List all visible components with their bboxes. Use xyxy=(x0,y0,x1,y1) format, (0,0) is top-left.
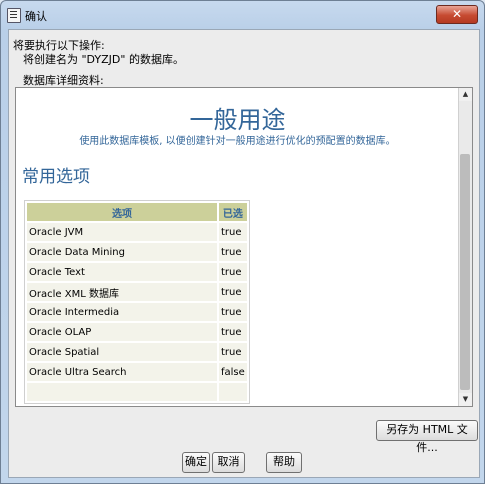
table-row: Oracle OLAP true xyxy=(27,323,247,341)
details-document: 一般用途 使用此数据库模板, 以便创建针对一般用途进行优化的预配置的数据库。 常… xyxy=(16,88,459,406)
table-row: Oracle Text true xyxy=(27,263,247,281)
table-row xyxy=(27,383,247,401)
option-name: Oracle Text xyxy=(27,263,217,281)
dialog-body: 将要执行以下操作: 将创建名为 "DYZJD" 的数据库。 数据库详细资料: 一… xyxy=(8,29,480,478)
vertical-scrollbar[interactable]: ▲ ▼ xyxy=(458,88,472,406)
option-name: Oracle Data Mining xyxy=(27,243,217,261)
option-name: Oracle JVM xyxy=(27,223,217,241)
close-button[interactable]: ✕ xyxy=(436,5,478,24)
options-table: 选项 已选 Oracle JVM true Oracle Data Mining t… xyxy=(24,200,250,404)
option-selected: true xyxy=(219,303,247,321)
option-name xyxy=(27,383,217,401)
scroll-thumb[interactable] xyxy=(460,154,470,390)
template-description: 使用此数据库模板, 以便创建针对一般用途进行优化的预配置的数据库。 xyxy=(79,136,396,147)
save-as-html-button[interactable]: 另存为 HTML 文件... xyxy=(376,420,478,454)
option-selected: true xyxy=(219,343,247,361)
option-name: Oracle Spatial xyxy=(27,343,217,361)
window-title: 确认 xyxy=(25,10,47,23)
table-row: Oracle Ultra Search false xyxy=(27,363,247,381)
option-name: Oracle Intermedia xyxy=(27,303,217,321)
column-header-option: 选项 xyxy=(27,203,217,221)
option-name: Oracle Ultra Search xyxy=(27,363,217,381)
option-name: Oracle OLAP xyxy=(27,323,217,341)
scroll-up-icon[interactable]: ▲ xyxy=(459,88,472,101)
section-heading: 常用选项 xyxy=(22,167,90,187)
table-row: Oracle Spatial true xyxy=(27,343,247,361)
help-button[interactable]: 帮助 xyxy=(266,452,302,473)
option-name: Oracle XML 数据库 xyxy=(27,283,217,301)
option-selected: true xyxy=(219,263,247,281)
table-row: Oracle JVM true xyxy=(27,223,247,241)
option-selected: true xyxy=(219,223,247,241)
confirm-dialog: 确认 ✕ 将要执行以下操作: 将创建名为 "DYZJD" 的数据库。 数据库详细… xyxy=(0,0,485,484)
table-row: Oracle Intermedia true xyxy=(27,303,247,321)
table-row: Oracle Data Mining true xyxy=(27,243,247,261)
details-label: 数据库详细资料: xyxy=(23,74,104,87)
ok-button[interactable]: 确定 xyxy=(182,452,210,473)
option-selected: true xyxy=(219,243,247,261)
title-bar: 确认 ✕ xyxy=(1,1,484,29)
option-selected xyxy=(219,383,247,401)
option-selected: true xyxy=(219,323,247,341)
template-title: 一般用途 xyxy=(189,106,286,134)
scroll-down-icon[interactable]: ▼ xyxy=(459,393,472,406)
table-row: Oracle XML 数据库 true xyxy=(27,283,247,301)
details-viewer[interactable]: 一般用途 使用此数据库模板, 以便创建针对一般用途进行优化的预配置的数据库。 常… xyxy=(15,87,473,407)
action-description: 将创建名为 "DYZJD" 的数据库。 xyxy=(23,53,184,66)
cancel-button[interactable]: 取消 xyxy=(212,452,245,473)
app-icon xyxy=(7,8,21,23)
column-header-selected: 已选 xyxy=(219,203,247,221)
option-selected: false xyxy=(219,363,247,381)
option-selected: true xyxy=(219,283,247,301)
